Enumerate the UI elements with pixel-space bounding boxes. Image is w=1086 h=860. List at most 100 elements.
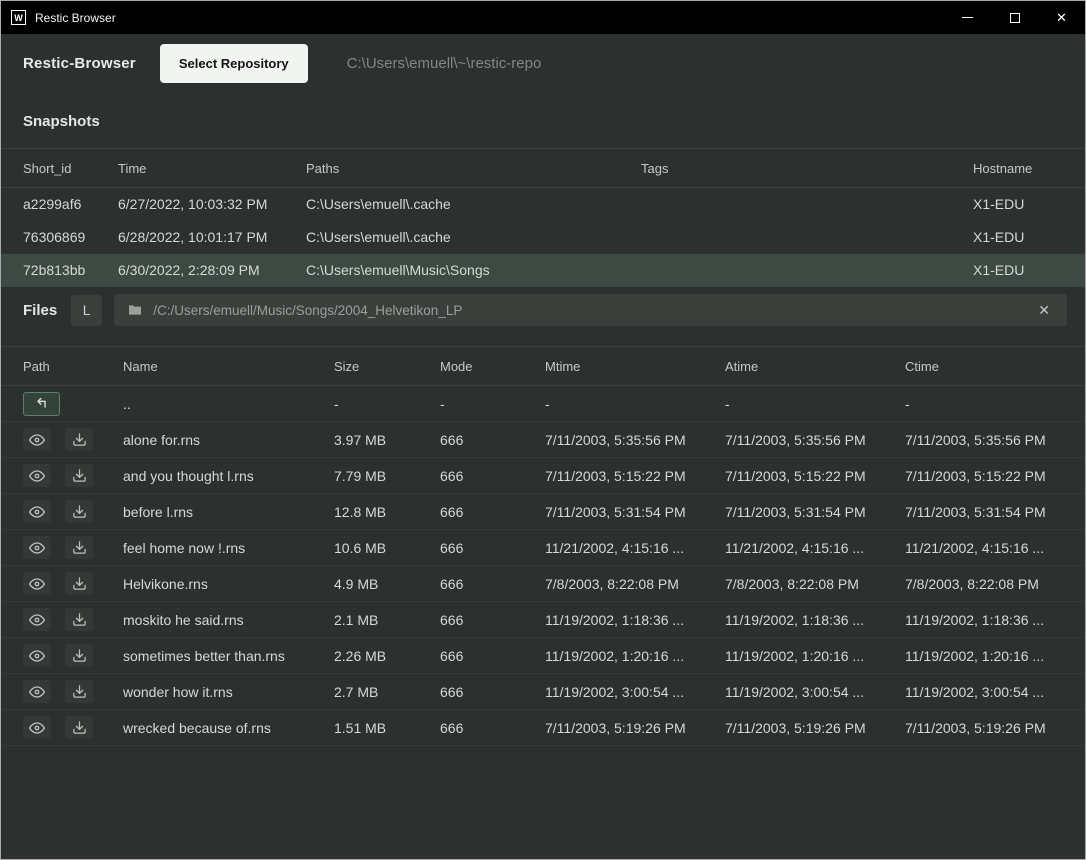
- file-size: 2.26 MB: [334, 648, 440, 664]
- select-repository-button[interactable]: Select Repository: [160, 44, 308, 83]
- file-ctime: 7/11/2003, 5:15:22 PM: [905, 468, 1085, 484]
- app-logo-icon: W: [11, 10, 26, 25]
- file-name: wonder how it.rns: [123, 684, 334, 700]
- file-mtime: 11/19/2002, 3:00:54 ...: [545, 684, 725, 700]
- file-path-value: /C:/Users/emuell/Music/Songs/2004_Helvet…: [153, 303, 1024, 318]
- eye-icon: [29, 468, 45, 484]
- eye-icon: [29, 684, 45, 700]
- snapshots-column-paths[interactable]: Paths: [306, 161, 641, 176]
- maximize-button[interactable]: [991, 1, 1038, 34]
- file-size: 7.79 MB: [334, 468, 440, 484]
- file-row[interactable]: sometimes better than.rns 2.26 MB 666 11…: [1, 638, 1085, 674]
- files-column-mtime[interactable]: Mtime: [545, 359, 725, 374]
- preview-file-button[interactable]: [23, 644, 51, 667]
- snapshot-row[interactable]: 76306869 6/28/2022, 10:01:17 PM C:\Users…: [1, 221, 1085, 254]
- preview-file-button[interactable]: [23, 608, 51, 631]
- eye-icon: [29, 612, 45, 628]
- file-row[interactable]: feel home now !.rns 10.6 MB 666 11/21/20…: [1, 530, 1085, 566]
- file-row[interactable]: and you thought l.rns 7.79 MB 666 7/11/2…: [1, 458, 1085, 494]
- file-atime: -: [725, 396, 905, 412]
- download-file-button[interactable]: [65, 680, 93, 703]
- minimize-button[interactable]: [944, 1, 991, 34]
- preview-file-button[interactable]: [23, 464, 51, 487]
- app-title: Restic-Browser: [23, 55, 136, 72]
- snapshot-time: 6/30/2022, 2:28:09 PM: [118, 262, 306, 278]
- snapshots-column-tags[interactable]: Tags: [641, 161, 973, 176]
- preview-file-button[interactable]: [23, 536, 51, 559]
- files-column-name[interactable]: Name: [123, 359, 334, 374]
- download-file-button[interactable]: [65, 428, 93, 451]
- files-column-ctime[interactable]: Ctime: [905, 359, 1085, 374]
- file-ctime: 7/11/2003, 5:19:26 PM: [905, 720, 1085, 736]
- snapshots-column-time[interactable]: Time: [118, 161, 306, 176]
- file-mtime: 7/11/2003, 5:15:22 PM: [545, 468, 725, 484]
- snapshot-paths: C:\Users\emuell\.cache: [306, 229, 641, 245]
- snapshots-column-hostname[interactable]: Hostname: [973, 161, 1063, 176]
- file-mode: 666: [440, 504, 545, 520]
- file-name: and you thought l.rns: [123, 468, 334, 484]
- snapshot-hostname: X1-EDU: [973, 196, 1063, 212]
- download-icon: [72, 576, 87, 591]
- file-name: sometimes better than.rns: [123, 648, 334, 664]
- files-column-mode[interactable]: Mode: [440, 359, 545, 374]
- file-ctime: 7/11/2003, 5:31:54 PM: [905, 504, 1085, 520]
- download-icon: [72, 720, 87, 735]
- minimize-icon: [962, 17, 973, 18]
- file-mode: 666: [440, 432, 545, 448]
- files-column-size[interactable]: Size: [334, 359, 440, 374]
- snapshot-row-selected[interactable]: 72b813bb 6/30/2022, 2:28:09 PM C:\Users\…: [1, 254, 1085, 287]
- snapshot-time: 6/27/2022, 10:03:32 PM: [118, 196, 306, 212]
- files-toolbar: Files L /C:/Users/emuell/Music/Songs/200…: [1, 287, 1085, 334]
- download-icon: [72, 432, 87, 447]
- preview-file-button[interactable]: [23, 716, 51, 739]
- download-file-button[interactable]: [65, 500, 93, 523]
- snapshot-short-id: 76306869: [23, 229, 118, 245]
- snapshots-column-short-id[interactable]: Short_id: [23, 161, 118, 176]
- folder-icon: [127, 302, 143, 318]
- file-row[interactable]: moskito he said.rns 2.1 MB 666 11/19/200…: [1, 602, 1085, 638]
- snapshot-row[interactable]: a2299af6 6/27/2022, 10:03:32 PM C:\Users…: [1, 188, 1085, 221]
- file-mode: -: [440, 396, 545, 412]
- preview-file-button[interactable]: [23, 572, 51, 595]
- eye-icon: [29, 432, 45, 448]
- preview-file-button[interactable]: [23, 428, 51, 451]
- download-icon: [72, 684, 87, 699]
- download-file-button[interactable]: [65, 644, 93, 667]
- go-to-parent-button[interactable]: [23, 392, 60, 416]
- preview-file-button[interactable]: [23, 680, 51, 703]
- download-icon: [72, 504, 87, 519]
- file-row[interactable]: wonder how it.rns 2.7 MB 666 11/19/2002,…: [1, 674, 1085, 710]
- file-ctime: 11/19/2002, 1:18:36 ...: [905, 612, 1085, 628]
- list-mode-button[interactable]: L: [71, 295, 102, 326]
- download-file-button[interactable]: [65, 536, 93, 559]
- download-file-button[interactable]: [65, 464, 93, 487]
- download-file-button[interactable]: [65, 608, 93, 631]
- download-file-button[interactable]: [65, 572, 93, 595]
- preview-file-button[interactable]: [23, 500, 51, 523]
- file-row[interactable]: wrecked because of.rns 1.51 MB 666 7/11/…: [1, 710, 1085, 746]
- files-column-path[interactable]: Path: [23, 359, 123, 374]
- file-atime: 7/11/2003, 5:31:54 PM: [725, 504, 905, 520]
- file-ctime: 7/11/2003, 5:35:56 PM: [905, 432, 1085, 448]
- file-mode: 666: [440, 720, 545, 736]
- file-ctime: 11/19/2002, 3:00:54 ...: [905, 684, 1085, 700]
- close-button[interactable]: ✕: [1038, 1, 1085, 34]
- files-column-atime[interactable]: Atime: [725, 359, 905, 374]
- parent-dir-row[interactable]: .. - - - - -: [1, 386, 1085, 422]
- file-mode: 666: [440, 612, 545, 628]
- file-row[interactable]: Helvikone.rns 4.9 MB 666 7/8/2003, 8:22:…: [1, 566, 1085, 602]
- file-path-bar[interactable]: /C:/Users/emuell/Music/Songs/2004_Helvet…: [114, 294, 1067, 326]
- eye-icon: [29, 648, 45, 664]
- file-name: ..: [123, 396, 334, 412]
- file-size: 4.9 MB: [334, 576, 440, 592]
- file-row[interactable]: alone for.rns 3.97 MB 666 7/11/2003, 5:3…: [1, 422, 1085, 458]
- snapshot-hostname: X1-EDU: [973, 262, 1063, 278]
- download-file-button[interactable]: [65, 716, 93, 739]
- eye-icon: [29, 504, 45, 520]
- restic-browser-window: W Restic Browser ✕ Restic-Browser Select…: [0, 0, 1086, 860]
- file-row[interactable]: before l.rns 12.8 MB 666 7/11/2003, 5:31…: [1, 494, 1085, 530]
- window-title: Restic Browser: [35, 11, 116, 25]
- file-size: 1.51 MB: [334, 720, 440, 736]
- clear-path-button[interactable]: ✕: [1034, 301, 1054, 319]
- file-size: 10.6 MB: [334, 540, 440, 556]
